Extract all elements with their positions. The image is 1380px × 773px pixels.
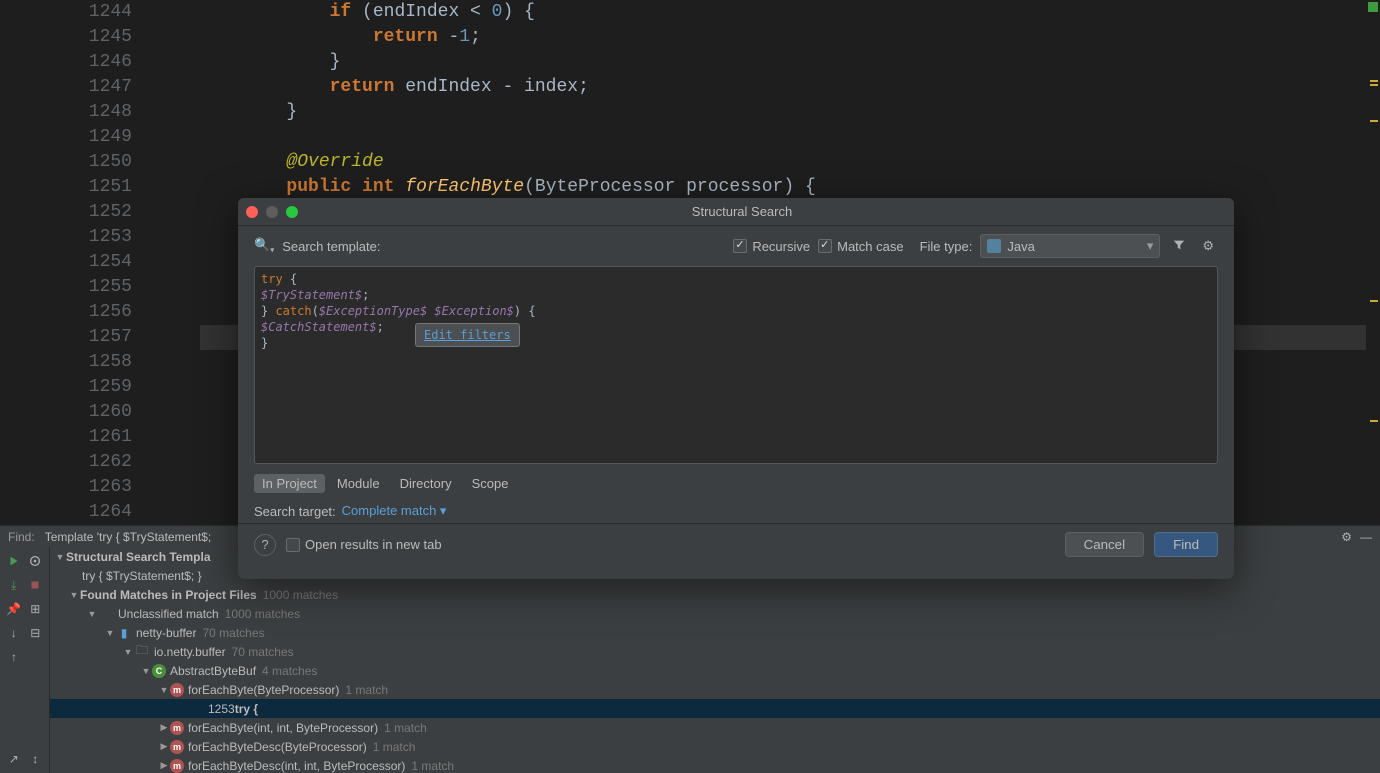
filter-icon[interactable] [1168,236,1190,257]
scope-tab-module[interactable]: Module [329,474,388,493]
code-line[interactable] [200,125,1380,150]
stop-icon[interactable] [26,575,46,595]
result-item[interactable]: ▼CAbstractByteBuf4 matches [50,661,1380,680]
up-icon[interactable]: ↑ [4,647,24,667]
line-number: 1255 [0,275,132,300]
line-number: 1258 [0,350,132,375]
marker-bar[interactable] [1366,0,1380,525]
line-number: 1254 [0,250,132,275]
method-icon: m [170,683,184,697]
result-item[interactable]: ▼▮netty-buffer70 matches [50,623,1380,642]
find-button[interactable]: Find [1154,532,1218,557]
result-item[interactable]: ▼🗀io.netty.buffer70 matches [50,642,1380,661]
maximize-button[interactable] [286,206,298,218]
method-icon: m [170,759,184,773]
line-number: 1248 [0,100,132,125]
line-number: 1253 [0,225,132,250]
down-icon[interactable]: ↓ [4,623,24,643]
module-icon: ▮ [116,625,132,641]
code-line[interactable]: return -1; [200,25,1380,50]
close-button[interactable] [246,206,258,218]
code-line[interactable]: } [200,50,1380,75]
line-number: 1257 [0,325,132,350]
search-target-dropdown[interactable]: Complete match ▾ [342,503,447,519]
rerun-icon[interactable] [4,551,24,571]
result-item[interactable]: ▼mforEachByte(ByteProcessor)1 match [50,680,1380,699]
edit-filters-button[interactable]: Edit filters [415,323,520,347]
expand-icon[interactable]: ⊞ [26,599,46,619]
minimize-button[interactable] [266,206,278,218]
result-item[interactable]: ▶mforEachByteDesc(ByteProcessor)1 match [50,737,1380,756]
code-line[interactable]: if (endIndex < 0) { [200,0,1380,25]
found-matches[interactable]: ▼Found Matches in Project Files1000 matc… [50,585,1380,604]
folder-icon: 🗀 [134,644,150,660]
class-icon: C [152,664,166,678]
line-number: I↑O↓1251 [0,175,132,200]
search-icon[interactable]: 🔍▾ [254,237,274,255]
method-icon: m [170,740,184,754]
recursive-checkbox[interactable]: Recursive [733,239,810,254]
result-item[interactable]: 1253 try { [50,699,1380,718]
line-number: 1247 [0,75,132,100]
code-line[interactable]: } [200,100,1380,125]
search-target-label: Search target: [254,504,336,519]
file-type-label: File type: [920,239,973,254]
dialog-titlebar[interactable]: Structural Search [238,198,1234,226]
code-line[interactable]: public int forEachByte(ByteProcessor pro… [200,175,1380,200]
pin-icon[interactable]: 📌 [4,599,24,619]
help-button[interactable]: ? [254,534,276,556]
search-template-editor[interactable]: try { $TryStatement$;} catch($ExceptionT… [254,266,1218,464]
result-item[interactable]: ▶mforEachByteDesc(int, int, ByteProcesso… [50,756,1380,773]
find-label: Find: [8,530,35,544]
collapse-icon[interactable]: ⊟ [26,623,46,643]
hide-icon[interactable]: — [1360,530,1372,544]
result-item[interactable]: ▼Unclassified match1000 matches [50,604,1380,623]
line-number: I↑O↓1262 [0,450,132,475]
checkbox-icon [733,239,747,253]
file-type-select[interactable]: Java [980,234,1160,258]
line-number: 1249 [0,125,132,150]
export-icon[interactable]: ↗ [4,749,24,769]
cancel-button[interactable]: Cancel [1065,532,1145,557]
gear-icon[interactable]: ⚙ [1198,236,1218,256]
line-number: 1263 [0,475,132,500]
line-number: 1244 [0,0,132,25]
code-line[interactable]: return endIndex - index; [200,75,1380,100]
line-number: 1252 [0,200,132,225]
find-text: Template 'try { $TryStatement$; [45,530,212,544]
line-number: 1260 [0,400,132,425]
find-results-panel: ⤓ 📌 ⊞ ↓ ⊟ ↑ ↗ ↕ ▼Structural Search Templ… [0,547,1380,773]
search-template-label: Search template: [282,239,380,254]
target-icon[interactable] [26,551,46,571]
structural-search-dialog: Structural Search 🔍▾ Search template: Re… [238,198,1234,579]
line-number: 1245 [0,25,132,50]
line-number: 1261 [0,425,132,450]
code-line[interactable]: @Override [200,150,1380,175]
line-number: 1264 [0,500,132,525]
line-number: 1246 [0,50,132,75]
line-number: 1250 [0,150,132,175]
open-new-tab-checkbox[interactable]: Open results in new tab [286,537,442,552]
checkbox-icon [286,538,300,552]
sort-icon[interactable]: ↕ [26,749,46,769]
method-icon: m [170,721,184,735]
next-icon[interactable]: ⤓ [4,575,24,595]
scope-tab-scope[interactable]: Scope [464,474,517,493]
result-item[interactable]: ▶mforEachByte(int, int, ByteProcessor)1 … [50,718,1380,737]
scope-tab-in-project[interactable]: In Project [254,474,325,493]
gear-icon[interactable]: ⚙ [1341,530,1352,544]
match-case-checkbox[interactable]: Match case [818,239,903,254]
scope-tab-directory[interactable]: Directory [392,474,460,493]
line-number: 1259 [0,375,132,400]
checkbox-icon [818,239,832,253]
dialog-title: Structural Search [298,204,1186,219]
line-number: 1256 [0,300,132,325]
